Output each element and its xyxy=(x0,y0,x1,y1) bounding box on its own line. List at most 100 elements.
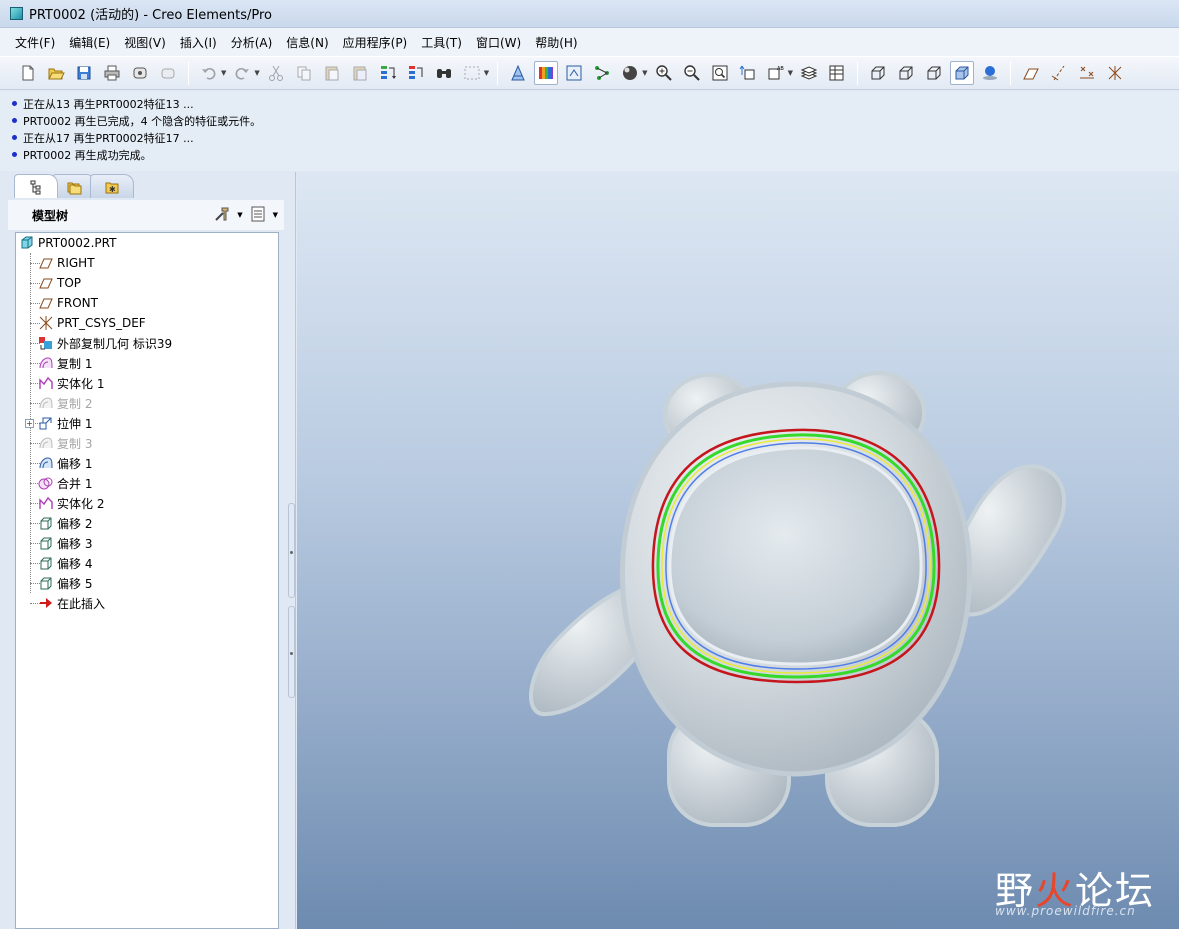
undo-icon[interactable] xyxy=(197,61,221,85)
tree-settings-dropdown-icon[interactable]: ▼ xyxy=(237,211,242,219)
plane-display-icon[interactable] xyxy=(1019,61,1043,85)
regen-manager-icon[interactable] xyxy=(404,61,428,85)
message-line: PRT0002 再生已完成，4 个隐含的特征或元件。 xyxy=(12,112,1179,129)
menu-window[interactable]: 窗口(W) xyxy=(469,34,528,51)
tree-item-extrude-1[interactable]: 拉伸 1 xyxy=(38,413,92,433)
tree-item-label: 外部复制几何 标识39 xyxy=(57,336,173,351)
watermark-url: www.proewildfire.cn xyxy=(995,904,1136,918)
tree-item-offset-1[interactable]: 偏移 1 xyxy=(38,453,92,473)
tree-item-label: 复制 2 xyxy=(57,396,93,411)
tree-item-front[interactable]: FRONT xyxy=(38,293,98,313)
layers-icon[interactable] xyxy=(797,61,821,85)
tree-item-offset-5[interactable]: 偏移 5 xyxy=(38,573,92,593)
save-icon[interactable] xyxy=(72,61,96,85)
hidden-line-icon[interactable] xyxy=(894,61,918,85)
datum-display-icon[interactable] xyxy=(590,61,614,85)
paste-icon[interactable] xyxy=(320,61,344,85)
graphics-window[interactable] xyxy=(297,172,1179,929)
regenerate-icon[interactable] xyxy=(376,61,400,85)
window-title: PRT0002 (活动的) - Creo Elements/Pro xyxy=(29,8,273,23)
panel-sash-lower[interactable] xyxy=(288,606,295,698)
tree-show-button[interactable] xyxy=(249,205,267,226)
view-manager-icon[interactable] xyxy=(825,61,849,85)
solidify-icon xyxy=(38,495,54,511)
message-line: 正在从13 再生PRT0002特征13 ... xyxy=(12,95,1179,112)
measure-icon[interactable] xyxy=(506,61,530,85)
tree-root[interactable]: PRT0002.PRT xyxy=(19,233,116,253)
email-icon[interactable] xyxy=(156,61,180,85)
no-hidden-icon[interactable] xyxy=(922,61,946,85)
open-icon[interactable] xyxy=(44,61,68,85)
navigator-panel: ✱ 模型树 ▼ ▼ PRT0002.PRT RIGHT TOP FRONT PR… xyxy=(0,172,296,929)
menu-help[interactable]: 帮助(H) xyxy=(528,34,584,51)
select-dropdown-icon[interactable]: ▼ xyxy=(484,69,489,77)
menu-insert[interactable]: 插入(I) xyxy=(173,34,224,51)
tree-item-copy-2[interactable]: 复制 2 xyxy=(38,393,92,413)
model-tree-header: 模型树 ▼ ▼ xyxy=(8,200,284,230)
svg-text:✱: ✱ xyxy=(109,185,116,194)
list-icon xyxy=(251,206,265,221)
refit-icon[interactable] xyxy=(708,61,732,85)
color-appearance-icon[interactable] xyxy=(534,61,559,85)
menu-file[interactable]: 文件(F) xyxy=(8,34,62,51)
model-display-icon[interactable] xyxy=(562,61,586,85)
zoom-out-icon[interactable] xyxy=(680,61,704,85)
tree-item-offset-4[interactable]: 偏移 4 xyxy=(38,553,92,573)
tree-item-top[interactable]: TOP xyxy=(38,273,81,293)
offset-solid-icon xyxy=(38,515,54,531)
expand-toggle-icon[interactable]: + xyxy=(25,419,34,428)
tab-favorites[interactable]: ✱ xyxy=(90,174,134,198)
enhanced-realism-icon[interactable] xyxy=(978,61,1002,85)
find-icon[interactable] xyxy=(432,61,456,85)
redo-dropdown-icon[interactable]: ▼ xyxy=(254,69,259,77)
panel-sash-upper[interactable] xyxy=(288,503,295,598)
tree-item-label: 偏移 4 xyxy=(57,556,93,571)
tree-item-csys[interactable]: PRT_CSYS_DEF xyxy=(38,313,146,333)
tree-item-external-copy[interactable]: 外部复制几何 标识39 xyxy=(38,333,172,353)
menu-edit[interactable]: 编辑(E) xyxy=(62,34,117,51)
datum-plane-icon xyxy=(38,295,54,311)
redo-icon[interactable] xyxy=(230,61,254,85)
tree-settings-button[interactable] xyxy=(213,205,231,226)
axis-display-icon[interactable] xyxy=(1047,61,1071,85)
point-display-icon[interactable] xyxy=(1075,61,1099,85)
saved-views-dropdown-icon[interactable]: ▼ xyxy=(788,69,793,77)
menu-applications[interactable]: 应用程序(P) xyxy=(336,34,415,51)
print-icon[interactable] xyxy=(100,61,124,85)
reorient-icon[interactable] xyxy=(736,61,760,85)
cut-icon[interactable] xyxy=(264,61,288,85)
paste-special-icon[interactable] xyxy=(348,61,372,85)
spin-center-icon[interactable] xyxy=(618,61,642,85)
send-icon[interactable] xyxy=(128,61,152,85)
tree-item-right[interactable]: RIGHT xyxy=(38,253,95,273)
copy-icon[interactable] xyxy=(292,61,316,85)
tree-item-copy-1[interactable]: 复制 1 xyxy=(38,353,92,373)
tree-item-solidify-2[interactable]: 实体化 2 xyxy=(38,493,104,513)
menu-analysis[interactable]: 分析(A) xyxy=(224,34,280,51)
folders-icon xyxy=(67,182,82,194)
wireframe-icon[interactable] xyxy=(866,61,890,85)
tree-item-offset-3[interactable]: 偏移 3 xyxy=(38,533,92,553)
select-box-icon[interactable] xyxy=(460,61,484,85)
spin-dropdown-icon[interactable]: ▼ xyxy=(642,69,647,77)
menu-view[interactable]: 视图(V) xyxy=(117,34,173,51)
saved-views-icon[interactable]: AB xyxy=(764,61,788,85)
undo-dropdown-icon[interactable]: ▼ xyxy=(221,69,226,77)
zoom-in-icon[interactable] xyxy=(652,61,676,85)
offset-solid-icon xyxy=(38,575,54,591)
tree-item-copy-3[interactable]: 复制 3 xyxy=(38,433,92,453)
message-text: 正在从13 再生PRT0002特征13 ... xyxy=(23,97,194,111)
model-tree-icon xyxy=(30,180,41,194)
tree-item-insert-here[interactable]: 在此插入 xyxy=(38,593,105,613)
new-icon[interactable] xyxy=(16,61,40,85)
tree-item-solidify-1[interactable]: 实体化 1 xyxy=(38,373,104,393)
shading-icon[interactable] xyxy=(949,61,974,85)
csys-display-icon[interactable] xyxy=(1103,61,1127,85)
insert-here-arrow-icon xyxy=(38,595,54,611)
tree-show-dropdown-icon[interactable]: ▼ xyxy=(273,211,278,219)
tree-item-merge-1[interactable]: 合并 1 xyxy=(38,473,92,493)
menu-tools[interactable]: 工具(T) xyxy=(414,34,469,51)
tab-model-tree[interactable] xyxy=(14,174,58,198)
menu-info[interactable]: 信息(N) xyxy=(279,34,335,51)
tree-item-offset-2[interactable]: 偏移 2 xyxy=(38,513,92,533)
